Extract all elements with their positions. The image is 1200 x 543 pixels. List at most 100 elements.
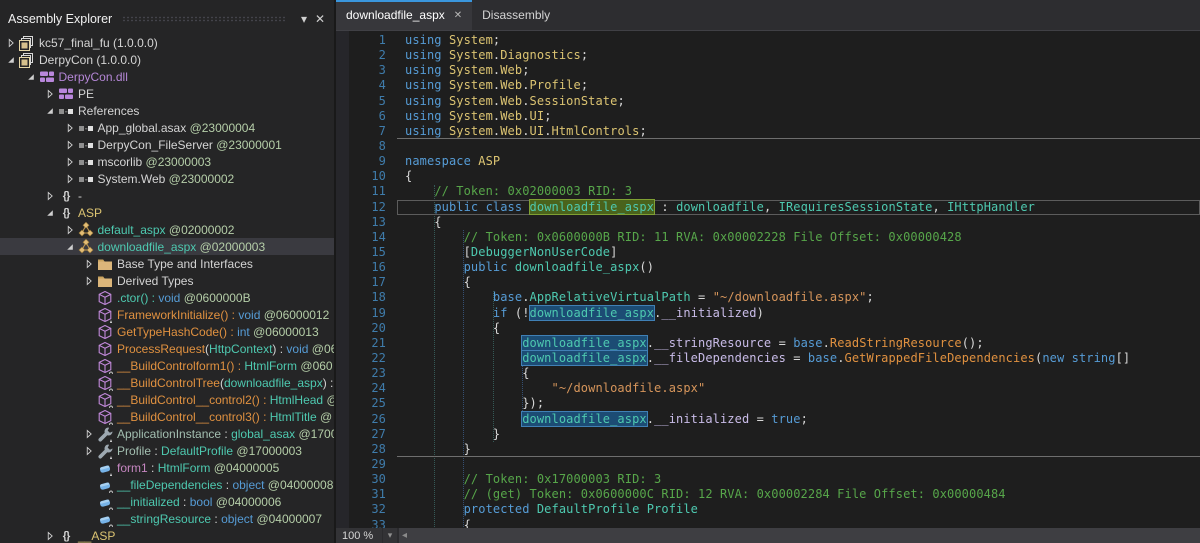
tab-disassembly[interactable]: Disassembly bbox=[472, 0, 560, 30]
line-number: 28 bbox=[336, 442, 397, 457]
tree-row[interactable]: __fileDependencies : object @04000008 bbox=[0, 476, 334, 493]
line-number: 30 bbox=[336, 472, 397, 487]
code-line[interactable]: 20 { bbox=[336, 321, 1200, 336]
code-line[interactable]: 2using System.Diagnostics; bbox=[336, 48, 1200, 63]
drag-grip[interactable] bbox=[122, 16, 286, 22]
field-icon bbox=[96, 494, 114, 510]
tree-row[interactable]: { }- bbox=[0, 187, 334, 204]
tree-row[interactable]: DerpyCon.dll bbox=[0, 68, 334, 85]
tree-row[interactable]: DerpyCon (1.0.0.0) bbox=[0, 51, 334, 68]
tree-row[interactable]: FrameworkInitialize() : void @06000012 bbox=[0, 306, 334, 323]
line-number: 22 bbox=[336, 351, 397, 366]
code-line[interactable]: 14 // Token: 0x0600000B RID: 11 RVA: 0x0… bbox=[336, 230, 1200, 245]
expander-collapsed-icon[interactable] bbox=[82, 443, 96, 459]
expander-collapsed-icon[interactable] bbox=[43, 86, 57, 102]
expander-collapsed-icon[interactable] bbox=[63, 120, 77, 136]
expander-collapsed-icon[interactable] bbox=[63, 222, 77, 238]
expander-collapsed-icon[interactable] bbox=[82, 426, 96, 442]
code-line[interactable]: 6using System.Web.UI; bbox=[336, 109, 1200, 124]
code-line[interactable]: 11 // Token: 0x02000003 RID: 3 bbox=[336, 184, 1200, 199]
tree-row[interactable]: ProcessRequest(HttpContext) : void @06 bbox=[0, 340, 334, 357]
code-line[interactable]: 17 { bbox=[336, 275, 1200, 290]
expander-collapsed-icon[interactable] bbox=[82, 273, 96, 289]
tab-close-icon[interactable]: ✕ bbox=[454, 10, 462, 21]
code-line[interactable]: 15 [DebuggerNonUserCode] bbox=[336, 245, 1200, 260]
tree-item-label: References bbox=[75, 104, 139, 118]
tree-row[interactable]: form1 : HtmlForm @04000005 bbox=[0, 459, 334, 476]
tree-row[interactable]: Base Type and Interfaces bbox=[0, 255, 334, 272]
tree-row[interactable]: App_global.asax @23000004 bbox=[0, 119, 334, 136]
code-line[interactable]: 19 if (!downloadfile_aspx.__initialized) bbox=[336, 306, 1200, 321]
tree-row[interactable]: .ctor() : void @0600000B bbox=[0, 289, 334, 306]
tab-downloadfile-aspx[interactable]: downloadfile_aspx✕ bbox=[336, 0, 472, 30]
code-line[interactable]: 8 bbox=[336, 139, 1200, 154]
code-line[interactable]: 12 public class downloadfile_aspx : down… bbox=[336, 200, 1200, 215]
field-icon bbox=[96, 511, 114, 527]
code-line[interactable]: 32 protected DefaultProfile Profile bbox=[336, 502, 1200, 517]
tree-item-label: __stringResource : object @04000007 bbox=[114, 512, 322, 526]
expander-collapsed-icon[interactable] bbox=[4, 35, 18, 51]
tree-row[interactable]: { }ASP bbox=[0, 204, 334, 221]
expander-collapsed-icon[interactable] bbox=[63, 154, 77, 170]
tree-row[interactable]: PE bbox=[0, 85, 334, 102]
zoom-level-dropdown[interactable]: 100 % bbox=[336, 528, 382, 543]
tree-row[interactable]: mscorlib @23000003 bbox=[0, 153, 334, 170]
code-line[interactable]: 23 { bbox=[336, 366, 1200, 381]
scrollbar-left-arrow-icon[interactable]: ◂ bbox=[399, 530, 407, 541]
expander-collapsed-icon[interactable] bbox=[82, 256, 96, 272]
tree-row[interactable]: ApplicationInstance : global_asax @1700 bbox=[0, 425, 334, 442]
tree-row[interactable]: __BuildControlform1() : HtmlForm @060 bbox=[0, 357, 334, 374]
code-line[interactable]: 28 } bbox=[336, 442, 1200, 457]
code-line[interactable]: 13 { bbox=[336, 215, 1200, 230]
line-number: 8 bbox=[336, 139, 397, 154]
tree-row[interactable]: __BuildControl__control3() : HtmlTitle @ bbox=[0, 408, 334, 425]
line-number: 20 bbox=[336, 321, 397, 336]
tree-row[interactable]: { }__ASP bbox=[0, 527, 334, 543]
expander-collapsed-icon[interactable] bbox=[63, 137, 77, 153]
expander-expanded-icon[interactable] bbox=[4, 52, 18, 68]
code-line[interactable]: 26 downloadfile_aspx.__initialized = tru… bbox=[336, 412, 1200, 427]
code-line[interactable]: 21 downloadfile_aspx.__stringResource = … bbox=[336, 336, 1200, 351]
tree-row[interactable]: __stringResource : object @04000007 bbox=[0, 510, 334, 527]
close-icon[interactable]: ✕ bbox=[312, 11, 328, 27]
code-line[interactable]: 9namespace ASP bbox=[336, 154, 1200, 169]
expander-expanded-icon[interactable] bbox=[43, 103, 57, 119]
code-line[interactable]: 7using System.Web.UI.HtmlControls; bbox=[336, 124, 1200, 139]
tree-row[interactable]: Profile : DefaultProfile @17000003 bbox=[0, 442, 334, 459]
code-line[interactable]: 27 } bbox=[336, 427, 1200, 442]
tree-row[interactable]: References bbox=[0, 102, 334, 119]
code-line[interactable]: 30 // Token: 0x17000003 RID: 3 bbox=[336, 472, 1200, 487]
code-line[interactable]: 5using System.Web.SessionState; bbox=[336, 94, 1200, 109]
code-line[interactable]: 3using System.Web; bbox=[336, 63, 1200, 78]
tree-row[interactable]: Derived Types bbox=[0, 272, 334, 289]
tree-row[interactable]: System.Web @23000002 bbox=[0, 170, 334, 187]
code-line-content: downloadfile_aspx.__initialized = true; bbox=[397, 412, 1200, 427]
tree-row[interactable]: default_aspx @02000002 bbox=[0, 221, 334, 238]
tree-row[interactable]: __BuildControl__control2() : HtmlHead @ bbox=[0, 391, 334, 408]
tree-row[interactable]: __BuildControlTree(downloadfile_aspx) : bbox=[0, 374, 334, 391]
expander-collapsed-icon[interactable] bbox=[43, 528, 57, 543]
code-line[interactable]: 24 "~/downloadfile.aspx" bbox=[336, 381, 1200, 396]
code-line[interactable]: 1using System; bbox=[336, 33, 1200, 48]
tree-row[interactable]: GetTypeHashCode() : int @06000013 bbox=[0, 323, 334, 340]
expander-collapsed-icon[interactable] bbox=[43, 188, 57, 204]
code-line[interactable]: 10{ bbox=[336, 169, 1200, 184]
code-line[interactable]: 18 base.AppRelativeVirtualPath = "~/down… bbox=[336, 290, 1200, 305]
code-line[interactable]: 31 // (get) Token: 0x0600000C RID: 12 RV… bbox=[336, 487, 1200, 502]
chevron-down-icon[interactable]: ▾ bbox=[296, 11, 312, 27]
tree-row[interactable]: DerpyCon_FileServer @23000001 bbox=[0, 136, 334, 153]
tree-row[interactable]: kc57_final_fu (1.0.0.0) bbox=[0, 34, 334, 51]
code-line[interactable]: 22 downloadfile_aspx.__fileDependencies … bbox=[336, 351, 1200, 366]
code-line[interactable]: 4using System.Web.Profile; bbox=[336, 78, 1200, 93]
zoom-chevron-down-icon[interactable]: ▾ bbox=[382, 528, 397, 543]
code-line[interactable]: 25 }); bbox=[336, 396, 1200, 411]
expander-expanded-icon[interactable] bbox=[43, 205, 57, 221]
expander-collapsed-icon[interactable] bbox=[63, 171, 77, 187]
horizontal-scrollbar[interactable]: ◂ bbox=[399, 528, 1200, 543]
expander-expanded-icon[interactable] bbox=[24, 69, 38, 85]
tree-row[interactable]: downloadfile_aspx @02000003 bbox=[0, 238, 334, 255]
tree-row[interactable]: __initialized : bool @04000006 bbox=[0, 493, 334, 510]
code-line[interactable]: 29 bbox=[336, 457, 1200, 472]
code-line[interactable]: 16 public downloadfile_aspx() bbox=[336, 260, 1200, 275]
expander-expanded-icon[interactable] bbox=[63, 239, 77, 255]
